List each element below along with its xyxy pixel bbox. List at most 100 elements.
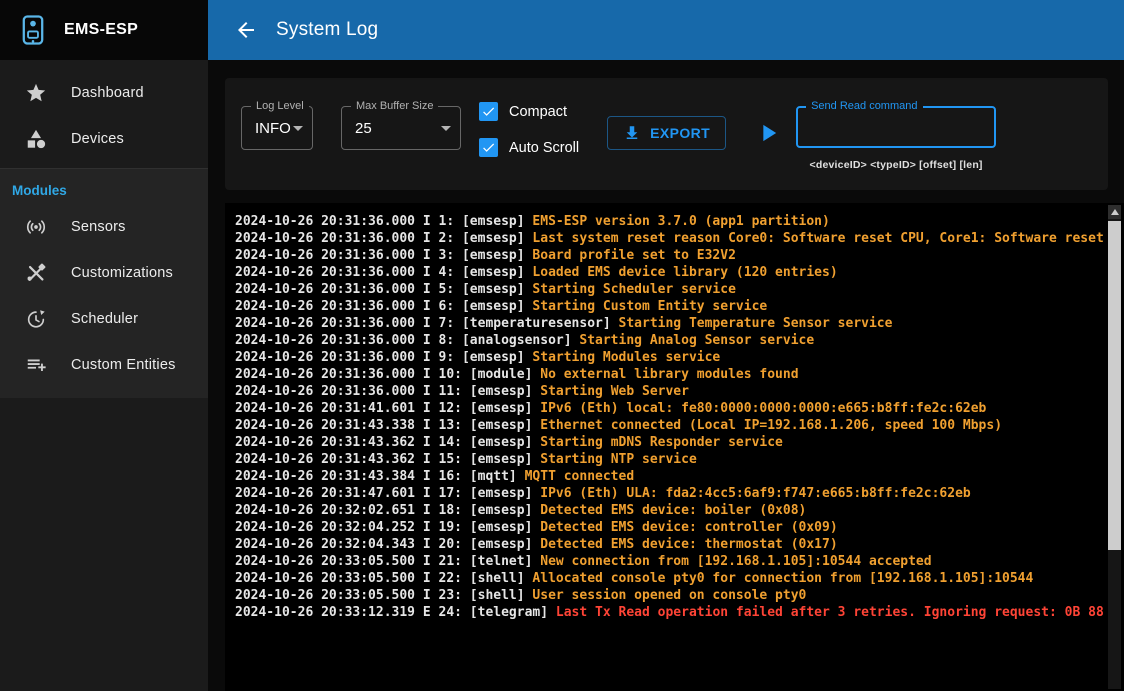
log-line: 2024-10-26 20:31:36.000 I 3: [emsesp] Bo… [235, 247, 1108, 264]
play-arrow-icon [754, 119, 782, 147]
log-line: 2024-10-26 20:31:43.384 I 16: [mqtt] MQT… [235, 468, 1108, 485]
log-line-message: User session opened on console pty0 [532, 588, 806, 603]
page-title: System Log [276, 19, 378, 41]
log-line-message: Board profile set to E32V2 [532, 248, 736, 263]
sidebar-item-customizations[interactable]: Customizations [0, 250, 208, 296]
scrollbar-up-button[interactable] [1108, 205, 1121, 219]
log-line-message: Starting Web Server [540, 384, 689, 399]
send-read-command-label: Send Read command [806, 100, 922, 112]
log-line-prefix: 2024-10-26 20:31:36.000 I 4: [emsesp] [235, 265, 532, 280]
log-line-message: IPv6 (Eth) ULA: fda2:4cc5:6af9:f747:e665… [540, 486, 970, 501]
log-level-value: INFO [242, 120, 319, 137]
checkbox-checked-icon [479, 138, 498, 157]
log-line: 2024-10-26 20:31:43.362 I 14: [emsesp] S… [235, 434, 1108, 451]
log-line-message: Starting Temperature Sensor service [619, 316, 893, 331]
log-line: 2024-10-26 20:31:36.000 I 1: [emsesp] EM… [235, 213, 1108, 230]
log-line: 2024-10-26 20:32:04.343 I 20: [emsesp] D… [235, 536, 1108, 553]
back-button[interactable] [234, 18, 258, 42]
log-line-prefix: 2024-10-26 20:31:36.000 I 3: [emsesp] [235, 248, 532, 263]
playlist-add-icon [25, 354, 47, 376]
log-line-prefix: 2024-10-26 20:31:36.000 I 6: [emsesp] [235, 299, 532, 314]
autoscroll-checkbox-label: Auto Scroll [509, 140, 579, 156]
log-line-prefix: 2024-10-26 20:31:36.000 I 2: [emsesp] [235, 231, 532, 246]
autoscroll-checkbox[interactable]: Auto Scroll [479, 138, 579, 157]
log-line-prefix: 2024-10-26 20:32:02.651 I 18: [emsesp] [235, 503, 540, 518]
log-line-message: Starting Analog Sensor service [579, 333, 814, 348]
log-line-prefix: 2024-10-26 20:33:05.500 I 21: [telnet] [235, 554, 540, 569]
send-read-command-input[interactable] [798, 108, 994, 146]
sidebar-item-label: Scheduler [71, 311, 138, 327]
sidebar-item-sensors[interactable]: Sensors [0, 204, 208, 250]
log-line: 2024-10-26 20:31:47.601 I 17: [emsesp] I… [235, 485, 1108, 502]
log-line-message: IPv6 (Eth) local: fe80:0000:0000:0000:e6… [540, 401, 986, 416]
log-line-message: No external library modules found [540, 367, 798, 382]
log-line: 2024-10-26 20:31:36.000 I 7: [temperatur… [235, 315, 1108, 332]
log-line-prefix: 2024-10-26 20:31:36.000 I 5: [emsesp] [235, 282, 532, 297]
modules-section-label: Modules [0, 169, 208, 204]
sidebar-header: EMS-ESP [0, 0, 208, 60]
log-line-prefix: 2024-10-26 20:33:12.319 E 24: [telegram] [235, 605, 556, 620]
log-line-prefix: 2024-10-26 20:32:04.252 I 19: [emsesp] [235, 520, 540, 535]
system-log-output[interactable]: 2024-10-26 20:31:36.000 I 1: [emsesp] EM… [225, 203, 1124, 691]
content: Log Level INFO Max Buffer Size 25 Compac… [208, 60, 1124, 691]
sidebar-item-dashboard[interactable]: Dashboard [0, 70, 208, 116]
modules-section: Modules Sensors Customizations [0, 168, 208, 398]
log-line-prefix: 2024-10-26 20:31:36.000 I 9: [emsesp] [235, 350, 532, 365]
max-buffer-select[interactable]: Max Buffer Size 25 [341, 106, 461, 150]
log-line: 2024-10-26 20:31:36.000 I 11: [emsesp] S… [235, 383, 1108, 400]
chevron-down-icon [441, 126, 451, 131]
log-scrollbar[interactable] [1108, 205, 1121, 689]
scheduler-clock-icon [25, 308, 47, 330]
export-button[interactable]: EXPORT [607, 116, 726, 150]
sidebar-item-custom-entities[interactable]: Custom Entities [0, 342, 208, 388]
sidebar-item-devices[interactable]: Devices [0, 116, 208, 162]
max-buffer-value: 25 [342, 120, 400, 137]
log-line: 2024-10-26 20:31:36.000 I 4: [emsesp] Lo… [235, 264, 1108, 281]
checkbox-checked-icon [479, 102, 498, 121]
sidebar: EMS-ESP Dashboard Devices Modules [0, 0, 208, 691]
compact-checkbox-label: Compact [509, 104, 567, 120]
sensors-icon [25, 216, 47, 238]
sidebar-item-label: Custom Entities [71, 357, 176, 373]
log-line-prefix: 2024-10-26 20:31:36.000 I 1: [emsesp] [235, 214, 532, 229]
log-line-prefix: 2024-10-26 20:31:43.384 I 16: [mqtt] [235, 469, 525, 484]
sidebar-item-scheduler[interactable]: Scheduler [0, 296, 208, 342]
scrollbar-thumb[interactable] [1108, 221, 1121, 550]
devices-category-icon [25, 128, 47, 150]
log-line: 2024-10-26 20:33:05.500 I 22: [shell] Al… [235, 570, 1108, 587]
log-line-message: Starting NTP service [540, 452, 697, 467]
log-line: 2024-10-26 20:32:02.651 I 18: [emsesp] D… [235, 502, 1108, 519]
appbar: System Log [208, 0, 1124, 60]
log-line-prefix: 2024-10-26 20:33:05.500 I 22: [shell] [235, 571, 532, 586]
log-line-prefix: 2024-10-26 20:31:36.000 I 11: [emsesp] [235, 384, 540, 399]
log-line-message: Allocated console pty0 for connection fr… [532, 571, 1033, 586]
compact-checkbox[interactable]: Compact [479, 102, 579, 121]
log-line-prefix: 2024-10-26 20:31:43.362 I 14: [emsesp] [235, 435, 540, 450]
log-line-message: Starting Modules service [532, 350, 720, 365]
log-line-message: Starting Custom Entity service [532, 299, 767, 314]
log-level-select[interactable]: Log Level INFO [241, 106, 313, 150]
log-line-message: Last Tx Read operation failed after 3 re… [556, 605, 1104, 620]
log-line-prefix: 2024-10-26 20:31:36.000 I 10: [module] [235, 367, 540, 382]
log-line: 2024-10-26 20:31:36.000 I 2: [emsesp] La… [235, 230, 1108, 247]
log-line: 2024-10-26 20:31:43.338 I 13: [emsesp] E… [235, 417, 1108, 434]
sidebar-nav: Dashboard Devices [0, 60, 208, 162]
log-line-message: Detected EMS device: controller (0x09) [540, 520, 837, 535]
log-line-message: Starting Scheduler service [532, 282, 736, 297]
log-line-message: Detected EMS device: boiler (0x08) [540, 503, 806, 518]
log-level-label: Log Level [251, 100, 309, 112]
log-line-prefix: 2024-10-26 20:31:36.000 I 8: [analogsens… [235, 333, 579, 348]
sidebar-item-label: Dashboard [71, 85, 144, 101]
send-command-button[interactable] [754, 119, 782, 147]
log-line-message: Loaded EMS device library (120 entries) [532, 265, 837, 280]
log-line: 2024-10-26 20:31:36.000 I 10: [module] N… [235, 366, 1108, 383]
arrow-back-icon [234, 18, 258, 42]
log-line: 2024-10-26 20:31:43.362 I 15: [emsesp] S… [235, 451, 1108, 468]
log-line: 2024-10-26 20:31:36.000 I 5: [emsesp] St… [235, 281, 1108, 298]
log-line-message: EMS-ESP version 3.7.0 (app1 partition) [532, 214, 829, 229]
log-line: 2024-10-26 20:31:41.601 I 12: [emsesp] I… [235, 400, 1108, 417]
export-button-label: EXPORT [650, 125, 710, 141]
send-command-group: Send Read command <deviceID> <typeID> [o… [796, 106, 996, 171]
log-line: 2024-10-26 20:31:36.000 I 8: [analogsens… [235, 332, 1108, 349]
log-line: 2024-10-26 20:31:36.000 I 6: [emsesp] St… [235, 298, 1108, 315]
